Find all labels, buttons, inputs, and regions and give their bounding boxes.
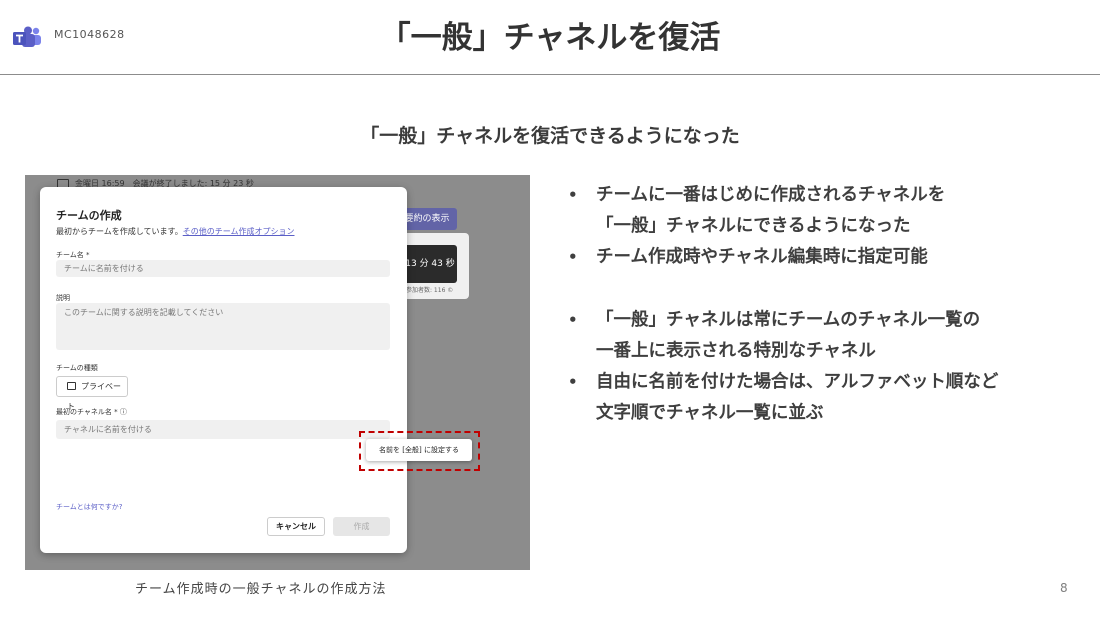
bullet-line: 自由に名前を付けた場合は、アルファベット順など (596, 372, 999, 392)
description-input[interactable]: このチームに関する説明を記載してください (56, 303, 390, 350)
bullet-list: チームに一番はじめに作成されるチャネルを 「一般」チャネルにできるようになった … (568, 180, 1083, 429)
private-button[interactable]: プライベート (56, 376, 128, 411)
bullet-line: 「一般」チャネルは常にチームのチャネル一覧の (596, 310, 981, 330)
bullet-item: チームに一番はじめに作成されるチャネルを 「一般」チャネルにできるようになった (568, 180, 1083, 242)
slide-header: MC1048628 「一般」チャネルを復活 (0, 0, 1100, 75)
dialog-intro-text: 最初からチームを作成しています。 (56, 227, 183, 236)
meeting-timer: 13 分 43 秒 (403, 245, 457, 283)
bullet-line: チーム作成時やチャネル編集時に指定可能 (596, 247, 928, 267)
screenshot-caption: チーム作成時の一般チャネルの作成方法 (135, 582, 387, 597)
dialog-title: チームの作成 (56, 209, 122, 222)
team-name-label: チーム名 * (56, 251, 90, 259)
bullet-item: 自由に名前を付けた場合は、アルファベット順など 文字順でチャネル一覧に並ぶ (568, 367, 1083, 429)
bullet-item: 「一般」チャネルは常にチームのチャネル一覧の 一番上に表示される特別なチャネル (568, 305, 1083, 367)
what-is-team-link[interactable]: チームとは何ですか? (56, 502, 123, 512)
lock-icon (67, 382, 76, 390)
cancel-button[interactable]: キャンセル (267, 517, 325, 536)
create-button[interactable]: 作成 (333, 517, 390, 536)
bullet-line: 「一般」チャネルにできるようになった (596, 216, 911, 236)
team-name-input[interactable]: チームに名前を付ける (56, 260, 390, 277)
bullet-line: 一番上に表示される特別なチャネル (596, 341, 876, 361)
team-type-label: チームの種類 (56, 364, 98, 372)
other-options-link[interactable]: その他のチーム作成オプション (183, 227, 295, 236)
screenshot-panel: 金曜日 16:59 会議が終了しました: 15 分 23 秒 要約の表示 13 … (25, 175, 530, 570)
page-number: 8 (1060, 581, 1068, 595)
slide-title: 「一般」チャネルを復活 (379, 20, 721, 56)
dialog-intro: 最初からチームを作成しています。その他のチーム作成オプション (56, 226, 294, 237)
participants-count: 参加者数: 116 © (406, 287, 454, 294)
bullet-line: 文字順でチャネル一覧に並ぶ (596, 403, 824, 423)
channel-name-label: 最初のチャネル名 * ⓘ (56, 408, 127, 416)
channel-name-input[interactable]: チャネルに名前を付ける (56, 420, 390, 439)
create-team-dialog: チームの作成 最初からチームを作成しています。その他のチーム作成オプション チー… (40, 187, 407, 553)
bullet-line: チームに一番はじめに作成されるチャネルを (596, 185, 946, 205)
bullet-item: チーム作成時やチャネル編集時に指定可能 (568, 242, 1083, 273)
slide-subtitle: 「一般」チャネルを復活できるようになった (360, 125, 740, 147)
set-general-name-tooltip[interactable]: 名前を [全般] に設定する (366, 439, 472, 461)
description-label: 説明 (56, 294, 70, 302)
